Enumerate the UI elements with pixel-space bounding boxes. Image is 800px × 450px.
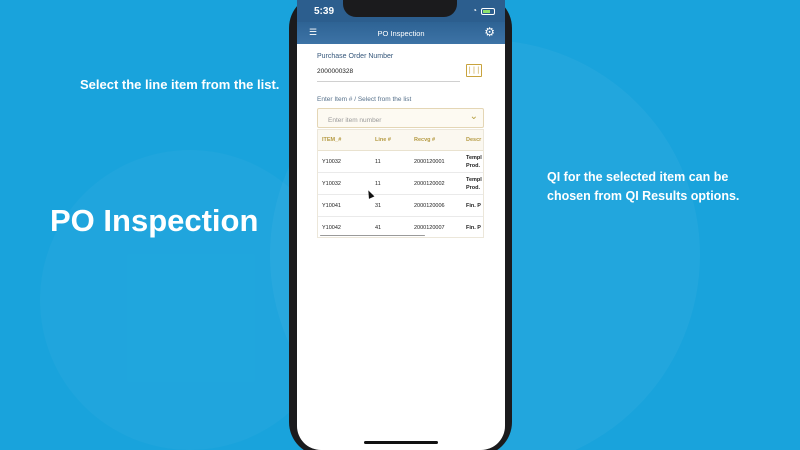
status-bar: 5:39 ◔ bbox=[297, 0, 505, 22]
column-header-line: Line # bbox=[375, 137, 391, 143]
caption-right: QI for the selected item can be chosen f… bbox=[547, 170, 740, 203]
cell-item: Y10041 bbox=[322, 203, 341, 209]
cell-line: 31 bbox=[375, 203, 382, 209]
slide-title: PO Inspection bbox=[50, 203, 259, 238]
cell-line: 41 bbox=[375, 225, 382, 231]
cell-description: Fin. P bbox=[466, 225, 481, 231]
cell-line: 11 bbox=[375, 181, 381, 187]
phone-notch bbox=[343, 0, 457, 17]
cell-description-line1: Templ bbox=[466, 155, 482, 161]
column-header-item: ITEM_# bbox=[322, 137, 342, 143]
cell-description: Templ Prod. bbox=[466, 176, 482, 192]
cell-description-line2: Prod. bbox=[466, 185, 481, 191]
battery-icon bbox=[481, 7, 495, 15]
po-number-field[interactable]: 2000000328 bbox=[317, 68, 353, 75]
cell-description: Fin. P bbox=[466, 203, 481, 209]
table-row[interactable]: Y10041 31 2000120006 Fin. P bbox=[318, 195, 483, 217]
cell-item: Y10032 bbox=[322, 181, 341, 187]
column-header-description: Descr bbox=[466, 137, 482, 143]
cell-description-line1: Templ bbox=[466, 177, 482, 183]
po-number-underline bbox=[317, 81, 460, 82]
status-time: 5:39 bbox=[314, 6, 335, 17]
cell-item: Y10032 bbox=[322, 159, 341, 165]
cell-line: 11 bbox=[375, 159, 381, 165]
nav-title: PO Inspection bbox=[377, 29, 425, 38]
item-label: Enter Item # / Select from the list bbox=[317, 96, 412, 103]
phone-screen: 5:39 ◔ ☰ PO Inspection ⚙ Purchase Order … bbox=[297, 0, 505, 450]
table-header: ITEM_# Line # Recvg # Descr bbox=[318, 130, 483, 151]
item-number-input[interactable] bbox=[318, 111, 458, 130]
cell-recvg: 2000120001 bbox=[414, 159, 445, 165]
home-indicator[interactable] bbox=[364, 441, 438, 444]
table-row[interactable]: Y10032 11 2000120002 Templ Prod. bbox=[318, 173, 483, 195]
cell-recvg: 2000120006 bbox=[414, 203, 445, 209]
chevron-down-icon[interactable]: ⌄ bbox=[470, 112, 478, 122]
line-items-table: ITEM_# Line # Recvg # Descr Y10032 11 20… bbox=[317, 129, 484, 238]
caption-left: Select the line item from the list. bbox=[80, 77, 280, 92]
cell-description-line2: Prod. bbox=[466, 163, 481, 169]
cell-description: Templ Prod. bbox=[466, 154, 482, 170]
po-number-label: Purchase Order Number bbox=[317, 53, 394, 60]
horizontal-scrollbar[interactable] bbox=[320, 234, 425, 236]
nav-bar: ☰ PO Inspection ⚙ bbox=[297, 22, 505, 44]
cell-recvg: 2000120002 bbox=[414, 181, 445, 187]
cell-item: Y10042 bbox=[322, 225, 341, 231]
gear-icon[interactable]: ⚙ bbox=[484, 26, 495, 38]
table-row[interactable]: Y10032 11 2000120001 Templ Prod. bbox=[318, 151, 483, 173]
barcode-scan-icon[interactable]: ||| bbox=[466, 64, 482, 77]
wifi-icon: ◔ bbox=[472, 6, 477, 15]
item-number-dropdown[interactable]: ⌄ bbox=[317, 108, 484, 130]
column-header-recvg: Recvg # bbox=[414, 137, 436, 143]
status-icons: ◔ bbox=[472, 7, 495, 15]
cell-recvg: 2000120007 bbox=[414, 225, 445, 231]
